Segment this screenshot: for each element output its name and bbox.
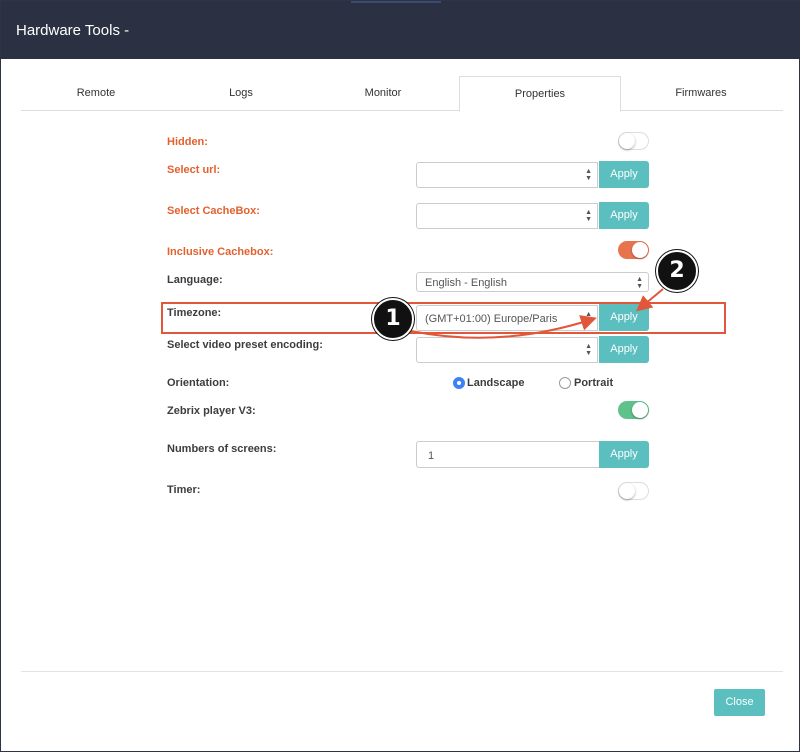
numbers-of-screens-apply-button[interactable]: Apply (599, 441, 649, 468)
tab-properties[interactable]: Properties (459, 76, 621, 112)
modal-title: Hardware Tools - (16, 22, 130, 39)
video-preset-label: Select video preset encoding: (167, 339, 323, 351)
toggle-knob (619, 133, 635, 149)
zebrix-player-toggle[interactable] (618, 401, 649, 419)
timer-label: Timer: (167, 484, 201, 496)
orientation-label: Orientation: (167, 377, 230, 389)
numbers-of-screens-label: Numbers of screens: (167, 443, 277, 455)
modal-header: Hardware Tools - (1, 1, 800, 59)
landscape-radio[interactable] (453, 377, 465, 389)
language-value: English - English (425, 277, 507, 289)
hidden-toggle[interactable] (618, 132, 649, 150)
header-accent-line (351, 1, 441, 3)
select-cachebox-apply-button[interactable]: Apply (599, 202, 649, 229)
timezone-value: (GMT+01:00) Europe/Paris (425, 313, 558, 325)
chevron-updown-icon: ▲ ▼ (585, 209, 592, 223)
select-url-apply-button[interactable]: Apply (599, 161, 649, 188)
annotation-arrows (410, 288, 664, 339)
tab-remote[interactable]: Remote (21, 76, 171, 110)
inclusive-cachebox-label: Inclusive Cachebox: (167, 246, 274, 258)
chevron-updown-icon: ▲ ▼ (585, 343, 592, 357)
tab-bar: Remote Logs Monitor Properties Firmwares (21, 76, 783, 112)
toggle-knob (632, 402, 648, 418)
hidden-label: Hidden: (167, 136, 208, 148)
timezone-dropdown[interactable]: (GMT+01:00) Europe/Paris ▲ ▼ (416, 305, 598, 331)
portrait-label: Portrait (574, 377, 614, 389)
select-url-label: Select url: (167, 164, 221, 176)
chevron-updown-icon: ▲ ▼ (585, 168, 592, 182)
numbers-of-screens-value: 1 (428, 450, 435, 462)
chevron-updown-icon: ▲ ▼ (636, 276, 643, 290)
timezone-apply-button[interactable]: Apply (599, 304, 649, 331)
numbers-of-screens-input[interactable]: 1 (416, 441, 599, 468)
language-label: Language: (167, 274, 223, 286)
chevron-updown-icon: ▲ ▼ (585, 311, 592, 325)
step-2-badge: 2 (656, 250, 698, 292)
video-preset-apply-button[interactable]: Apply (599, 336, 649, 363)
toggle-knob (632, 242, 648, 258)
tab-monitor[interactable]: Monitor (308, 76, 458, 110)
zebrix-player-label: Zebrix player V3: (167, 405, 256, 417)
footer-divider (21, 671, 783, 672)
language-dropdown[interactable]: English - English ▲ ▼ (416, 272, 649, 292)
tab-firmwares[interactable]: Firmwares (626, 76, 776, 110)
landscape-label: Landscape (467, 377, 525, 389)
tab-divider (21, 110, 783, 111)
close-button[interactable]: Close (714, 689, 765, 716)
step-1-badge: 1 (372, 298, 414, 340)
select-url-dropdown[interactable]: ▲ ▼ (416, 162, 598, 188)
tab-logs[interactable]: Logs (166, 76, 316, 110)
inclusive-cachebox-toggle[interactable] (618, 241, 649, 259)
portrait-radio[interactable] (559, 377, 571, 389)
video-preset-dropdown[interactable]: ▲ ▼ (416, 337, 598, 363)
select-cachebox-dropdown[interactable]: ▲ ▼ (416, 203, 598, 229)
timezone-label: Timezone: (167, 307, 222, 319)
hardware-tools-modal: Hardware Tools - Remote Logs Monitor Pro… (0, 0, 800, 752)
toggle-knob (619, 483, 635, 499)
select-cachebox-label: Select CacheBox: (167, 205, 260, 217)
timer-toggle[interactable] (618, 482, 649, 500)
